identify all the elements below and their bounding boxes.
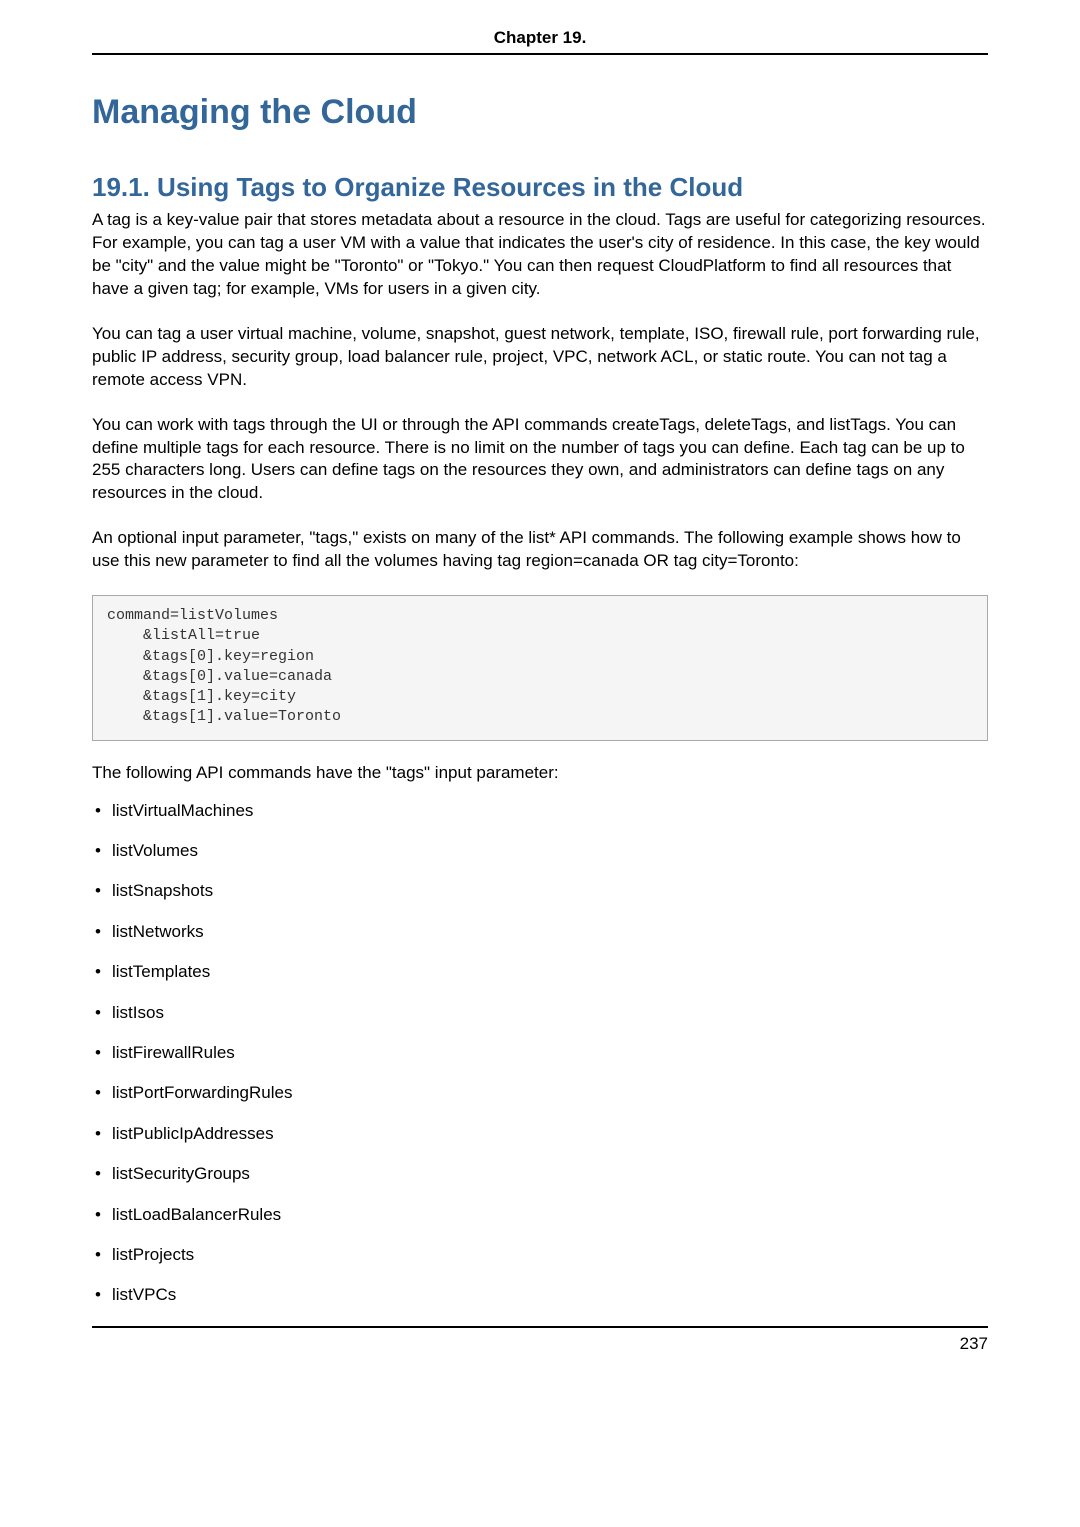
chapter-label: Chapter 19. xyxy=(494,28,587,47)
list-item: listVPCs xyxy=(92,1285,988,1305)
list-item: listLoadBalancerRules xyxy=(92,1205,988,1225)
paragraph-5: The following API commands have the "tag… xyxy=(92,763,988,783)
chapter-title: Managing the Cloud xyxy=(92,93,988,132)
paragraph-1: A tag is a key-value pair that stores me… xyxy=(92,209,988,301)
paragraph-2: You can tag a user virtual machine, volu… xyxy=(92,323,988,392)
page-header: Chapter 19. xyxy=(92,28,988,55)
list-item: listFirewallRules xyxy=(92,1043,988,1063)
api-commands-list: listVirtualMachines listVolumes listSnap… xyxy=(92,801,988,1306)
list-item: listPortForwardingRules xyxy=(92,1083,988,1103)
list-item: listIsos xyxy=(92,1003,988,1023)
list-item: listVirtualMachines xyxy=(92,801,988,821)
list-item: listTemplates xyxy=(92,962,988,982)
page-number: 237 xyxy=(960,1334,988,1353)
list-item: listVolumes xyxy=(92,841,988,861)
paragraph-3: You can work with tags through the UI or… xyxy=(92,414,988,506)
list-item: listProjects xyxy=(92,1245,988,1265)
paragraph-4: An optional input parameter, "tags," exi… xyxy=(92,527,988,573)
list-item: listSecurityGroups xyxy=(92,1164,988,1184)
code-block: command=listVolumes &listAll=true &tags[… xyxy=(92,595,988,741)
page-footer: 237 xyxy=(92,1326,988,1354)
list-item: listNetworks xyxy=(92,922,988,942)
list-item: listSnapshots xyxy=(92,881,988,901)
section-title: 19.1. Using Tags to Organize Resources i… xyxy=(92,172,988,203)
list-item: listPublicIpAddresses xyxy=(92,1124,988,1144)
